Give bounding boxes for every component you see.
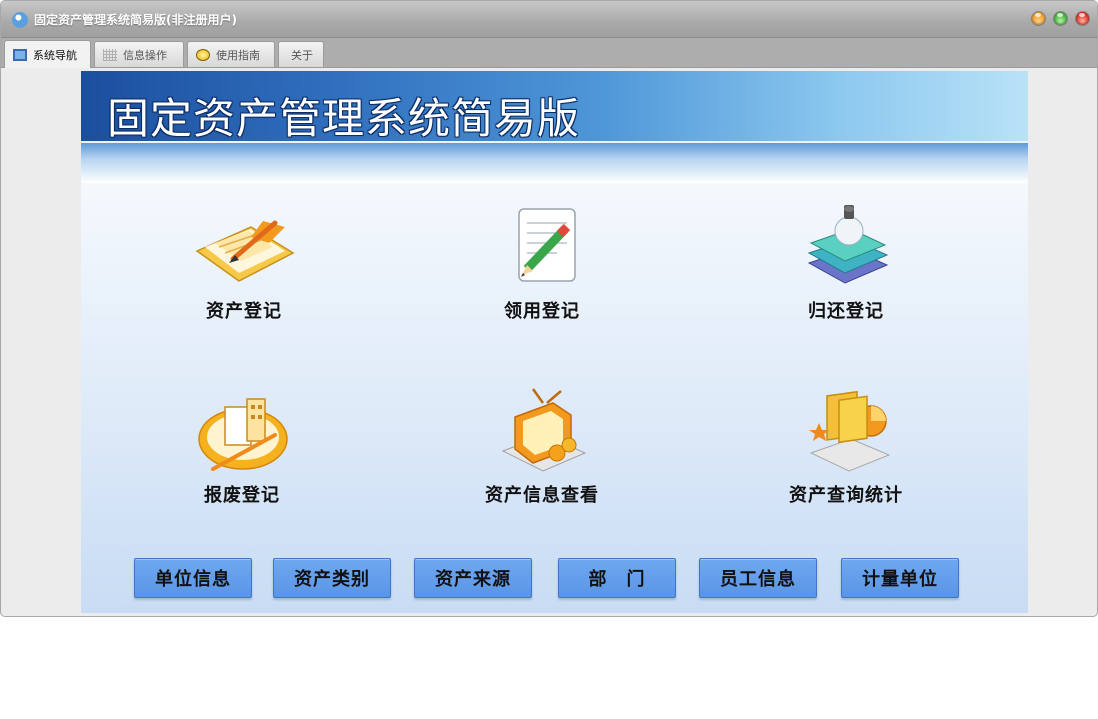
measure-unit-button[interactable]: 计量单位 [841,558,959,598]
banner-title: 固定资产管理系统简易版 [107,94,581,143]
asset-source-button[interactable]: 资产来源 [414,558,532,598]
banner: 固定资产管理系统简易版 [81,71,1028,143]
feature-label: 领用登记 [504,301,580,322]
app-window: 固定资产管理系统简易版(非注册用户) 系统导航 信息操作 使用指南 关于 固定资… [0,0,1098,617]
unit-info-button[interactable]: 单位信息 [134,558,252,598]
employee-info-button[interactable]: 员工信息 [699,558,817,598]
notepad-pencil-icon [487,203,597,293]
title-bar[interactable]: 固定资产管理系统简易版(非注册用户) [1,1,1097,38]
tab-label: 系统导航 [33,48,77,62]
window-title: 固定资产管理系统简易版(非注册用户) [34,13,237,27]
tab-label: 使用指南 [216,48,260,62]
feature-asset-return[interactable]: 归还登记 [751,203,941,323]
grid-icon [103,48,117,61]
feature-asset-checkout[interactable]: 领用登记 [447,203,637,323]
stats-folder-icon [791,387,901,477]
monitor-icon [13,48,27,61]
feature-label: 资产信息查看 [485,485,599,506]
tab-user-guide[interactable]: 使用指南 [187,41,275,67]
scrap-building-icon [187,387,297,477]
books-lamp-icon [791,203,901,293]
navigation-panel: 固定资产管理系统简易版 资产登记 领用登记 归还登记 报废登记 资产信息查看 资… [81,71,1028,613]
feature-label: 资产查询统计 [789,485,903,506]
tab-system-nav[interactable]: 系统导航 [4,40,91,68]
feature-asset-info-view[interactable]: 资产信息查看 [447,387,637,507]
feature-label: 归还登记 [808,301,884,322]
minimize-button[interactable] [1032,12,1045,25]
close-button[interactable] [1076,12,1089,25]
feature-asset-scrap[interactable]: 报废登记 [147,387,337,507]
feature-label: 报废登记 [204,485,280,506]
asset-category-button[interactable]: 资产类别 [273,558,391,598]
tv-fruit-icon [487,387,597,477]
tab-about[interactable]: 关于 [278,41,324,67]
feature-asset-register[interactable]: 资产登记 [149,203,339,323]
tab-info-ops[interactable]: 信息操作 [94,41,184,67]
feature-asset-query-stats[interactable]: 资产查询统计 [751,387,941,507]
register-folder-icon [189,203,299,293]
maximize-button[interactable] [1054,12,1067,25]
department-button[interactable]: 部 门 [558,558,676,598]
tab-label: 关于 [291,48,313,62]
tab-bar: 系统导航 信息操作 使用指南 关于 [1,38,1097,68]
feature-label: 资产登记 [206,301,282,322]
tab-label: 信息操作 [123,48,167,62]
lightbulb-icon [196,48,210,61]
app-logo-icon [12,12,28,28]
banner-glow [81,143,1028,183]
